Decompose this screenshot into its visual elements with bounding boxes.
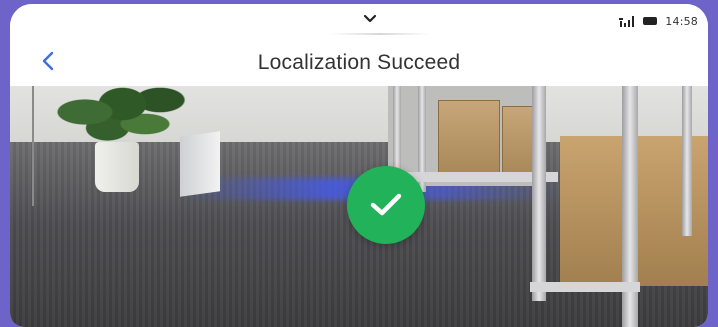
signal-icon <box>619 16 635 27</box>
scene-stand <box>180 131 220 197</box>
pull-handle[interactable] <box>330 33 430 35</box>
page-title: Localization Succeed <box>257 51 461 74</box>
status-time: 14:58 <box>665 14 698 28</box>
success-badge <box>347 166 425 244</box>
scene-cart-beam <box>530 282 640 292</box>
scene-cart-post <box>532 86 546 301</box>
battery-icon <box>643 17 658 25</box>
top-bar: 14:58 Localization Succeed <box>10 4 708 86</box>
chevron-down-icon[interactable] <box>361 12 379 26</box>
phone-screen: 14:58 Localization Succeed <box>10 4 708 327</box>
status-bar: 14:58 <box>619 13 698 29</box>
scene-glass-edge <box>32 86 34 206</box>
scene-cart-post <box>682 86 692 236</box>
scene-box <box>438 100 500 174</box>
checkmark-icon <box>370 193 402 216</box>
